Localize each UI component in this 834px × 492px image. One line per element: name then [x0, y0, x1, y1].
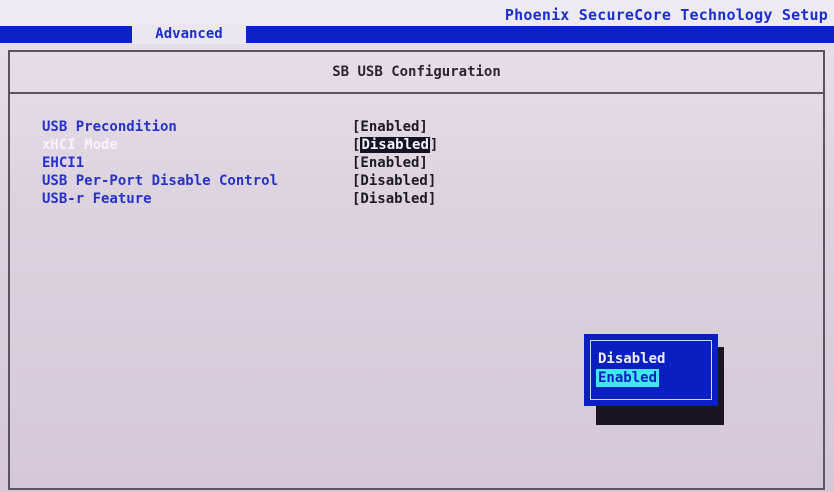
top-bar: Phoenix SecureCore Technology Setup Adva… [0, 0, 834, 44]
popup-option-enabled[interactable]: Enabled [596, 369, 660, 387]
bios-screen: Phoenix SecureCore Technology Setup Adva… [0, 0, 834, 492]
value-bracket-close: ] [429, 137, 439, 153]
tab-advanced[interactable]: Advanced [132, 24, 246, 44]
setting-label: USB Precondition [42, 119, 177, 135]
frame-header: SB USB Configuration [10, 52, 823, 94]
settings-list: USB Precondition [Enabled] xHCI Mode [Di… [42, 118, 482, 208]
page-title: SB USB Configuration [332, 64, 501, 80]
menu-strip [0, 26, 834, 43]
setting-usb-per-port-disable-control[interactable]: USB Per-Port Disable Control [Disabled] [42, 172, 482, 190]
value-selected-text: Disabled [360, 137, 430, 153]
setting-label: USB-r Feature [42, 191, 152, 207]
setting-value[interactable]: [Enabled] [352, 118, 428, 136]
setting-value[interactable]: [Disabled] [352, 136, 438, 154]
app-title: Phoenix SecureCore Technology Setup [504, 6, 828, 24]
setting-label: EHCI1 [42, 155, 85, 171]
option-popup: Disabled Enabled [584, 334, 718, 406]
setting-xhci-mode[interactable]: xHCI Mode [Disabled] [42, 136, 482, 154]
setting-value[interactable]: [Disabled] [352, 172, 436, 190]
setting-usb-precondition[interactable]: USB Precondition [Enabled] [42, 118, 482, 136]
setting-value[interactable]: [Disabled] [352, 190, 436, 208]
setting-value[interactable]: [Enabled] [352, 154, 428, 172]
popup-option-disabled[interactable]: Disabled [598, 350, 665, 368]
setting-label: xHCI Mode [42, 137, 118, 153]
setting-usb-r-feature[interactable]: USB-r Feature [Disabled] [42, 190, 482, 208]
setting-ehci1[interactable]: EHCI1 [Enabled] [42, 154, 482, 172]
setting-label: USB Per-Port Disable Control [42, 173, 279, 189]
